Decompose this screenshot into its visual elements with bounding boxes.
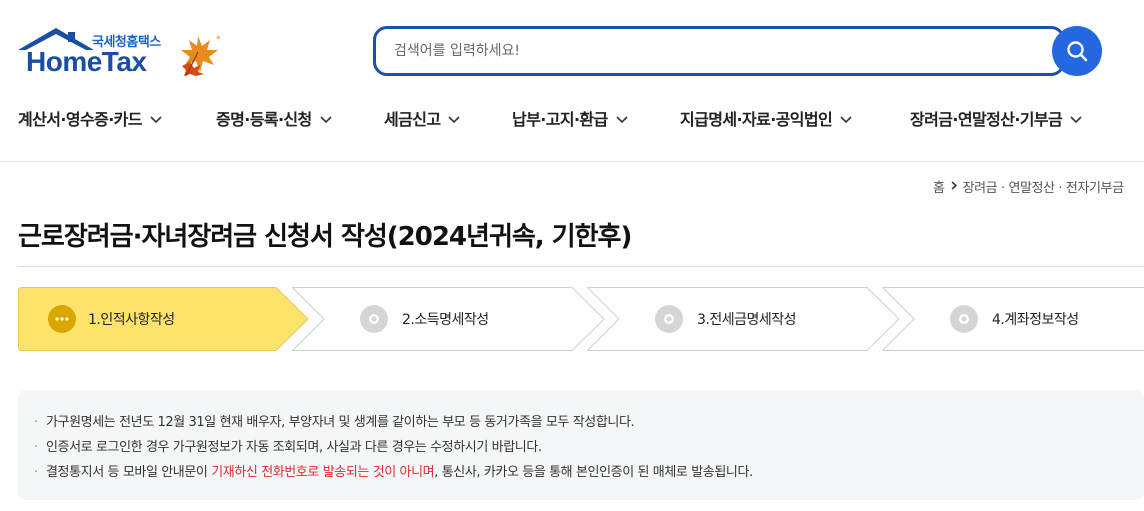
search-box <box>373 26 1065 76</box>
notice-text: 인증서로 로그인한 경우 가구원정보가 자동 조회되며, 사실과 다른 경우는 … <box>46 440 542 455</box>
search-button[interactable] <box>1052 26 1102 76</box>
step-label: 1.인적사항작성 <box>88 312 175 328</box>
chevron-down-icon <box>616 116 628 124</box>
page-title: 근로장려금·자녀장려금 신청서 작성(2024년귀속, 기한후) <box>18 222 632 252</box>
step-pending-icon <box>950 305 978 333</box>
chevron-down-icon <box>320 116 332 124</box>
nav-item-payment[interactable]: 납부·고지·환급 <box>512 106 628 130</box>
step-4[interactable]: 4.계좌정보작성 <box>882 287 1144 351</box>
notice-item: · 인증서로 로그인한 경우 가구원정보가 자동 조회되며, 사실과 다른 경우는… <box>34 440 542 455</box>
notice-box: · 가구원명세는 전년도 12월 31일 현재 배우자, 부양자녀 및 생계를 같… <box>18 390 1144 500</box>
nav-item-tax-filing[interactable]: 세금신고 <box>384 106 461 130</box>
step-label: 3.전세금명세작성 <box>697 312 797 328</box>
notice-text: 가구원명세는 전년도 12월 31일 현재 배우자, 부양자녀 및 생계를 같이… <box>46 415 635 430</box>
chevron-right-icon <box>951 181 957 190</box>
step-1[interactable]: 1.인적사항작성 <box>18 287 310 351</box>
notice-text: 결정통지서 등 모바일 안내문이 <box>46 465 212 480</box>
logo-title: HomeTax <box>26 46 147 77</box>
main-navigation: 계산서·영수증·카드 증명·등록·신청 세금신고 납부·고지·환급 지급명세·자… <box>0 98 1144 142</box>
nav-divider <box>0 161 1144 162</box>
nav-item-certificates[interactable]: 증명·등록·신청 <box>216 106 332 130</box>
title-divider <box>18 266 1144 267</box>
nav-item-label: 계산서·영수증·카드 <box>18 110 143 129</box>
notice-list: · 가구원명세는 전년도 12월 31일 현재 배우자, 부양자녀 및 생계를 같… <box>34 410 753 485</box>
breadcrumb-item[interactable]: 장려금 · 연말정산 · 전자기부금 <box>963 181 1125 196</box>
step-label: 4.계좌정보작성 <box>992 312 1079 328</box>
notice-warning-text: 기재하신 전화번호로 발송되는 것이 아니며 <box>211 465 435 480</box>
step-pending-icon <box>360 305 388 333</box>
nav-item-incentives[interactable]: 장려금·연말정산·기부금 <box>910 106 1082 130</box>
breadcrumb-home[interactable]: 홈 <box>933 181 945 196</box>
chevron-down-icon <box>840 116 852 124</box>
step-3[interactable]: 3.전세금명세작성 <box>587 287 901 351</box>
svg-text:*: * <box>216 35 221 45</box>
chevron-down-icon <box>1070 116 1082 124</box>
step-pending-icon <box>655 305 683 333</box>
search-icon <box>1067 41 1088 62</box>
notice-item: · 결정통지서 등 모바일 안내문이 기재하신 전화번호로 발송되는 것이 아니며… <box>34 465 753 480</box>
nav-item-label: 장려금·연말정산·기부금 <box>910 110 1063 129</box>
search-bar <box>373 26 1103 76</box>
nav-item-receipts[interactable]: 계산서·영수증·카드 <box>18 106 162 130</box>
maple-leaf-icon: * <box>181 35 221 77</box>
notice-text: , 통신사, 카카오 등을 통해 본인인증이 된 매체로 발송됩니다. <box>434 465 753 480</box>
nav-item-label: 지급명세·자료·공익법인 <box>680 110 833 129</box>
step-progress: 1.인적사항작성 2.소득명세작성 3.전세금명세작성 4.계좌정보작성 <box>18 287 1144 351</box>
nav-item-label: 증명·등록·신청 <box>216 110 312 129</box>
nav-item-payment-statements[interactable]: 지급명세·자료·공익법인 <box>680 106 852 130</box>
nav-item-label: 납부·고지·환급 <box>512 110 608 129</box>
hometax-logo[interactable]: 국세청홈택스 HomeTax * <box>16 26 226 82</box>
breadcrumb: 홈 장려금 · 연말정산 · 전자기부금 <box>933 177 1124 196</box>
in-progress-icon <box>48 305 76 333</box>
notice-item: · 가구원명세는 전년도 12월 31일 현재 배우자, 부양자녀 및 생계를 같… <box>34 415 635 430</box>
chevron-down-icon <box>150 116 162 124</box>
chevron-down-icon <box>448 116 461 124</box>
step-2[interactable]: 2.소득명세작성 <box>292 287 606 351</box>
search-input[interactable] <box>394 29 1034 73</box>
nav-item-label: 세금신고 <box>384 110 441 129</box>
step-label: 2.소득명세작성 <box>402 312 489 328</box>
